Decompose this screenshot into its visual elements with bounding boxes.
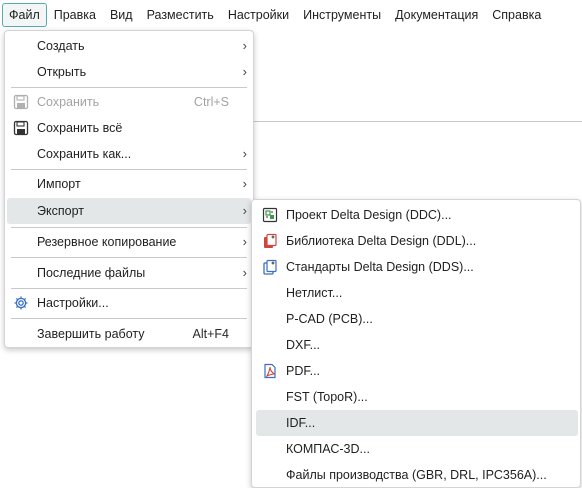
menu-place[interactable]: Разместить: [140, 3, 221, 27]
menu-item-label: Сохранить всё: [37, 121, 123, 135]
menu-item-backup[interactable]: Резервное копирование ›: [7, 229, 251, 255]
menu-item-label: P-CAD (PCB)...: [286, 312, 373, 326]
menu-item-export[interactable]: Экспорт ›: [7, 198, 251, 224]
export-item-ddc[interactable]: Проект Delta Design (DDC)...: [256, 202, 578, 228]
menu-item-create[interactable]: Создать ›: [7, 33, 251, 59]
menu-separator: [11, 227, 247, 228]
menu-item-label: Проект Delta Design (DDC)...: [286, 208, 452, 222]
export-item-pcad[interactable]: P-CAD (PCB)...: [256, 306, 578, 332]
export-item-idf[interactable]: IDF...: [256, 410, 578, 436]
chevron-right-icon: ›: [242, 146, 247, 161]
menu-separator: [11, 257, 247, 258]
menu-item-label: IDF...: [286, 416, 316, 430]
shortcut-label: Alt+F4: [192, 327, 229, 341]
chevron-right-icon: ›: [242, 176, 247, 191]
save-all-icon: [13, 120, 29, 136]
export-item-pdf[interactable]: PDF...: [256, 358, 578, 384]
menu-bar: Файл Правка Вид Разместить Настройки Инс…: [0, 0, 582, 29]
chevron-right-icon: ›: [242, 203, 247, 218]
menu-item-label: Резервное копирование: [37, 235, 177, 249]
menu-item-recent[interactable]: Последние файлы ›: [7, 260, 251, 286]
menu-item-label: Открыть: [37, 65, 87, 79]
toolbar-divider: [254, 121, 582, 122]
save-icon: [13, 94, 29, 110]
menu-item-label: FST (TopoR)...: [286, 390, 368, 404]
menu-separator: [11, 169, 247, 170]
menu-item-save[interactable]: Сохранить Ctrl+S: [7, 89, 251, 115]
chevron-right-icon: ›: [242, 265, 247, 280]
menu-item-label: Импорт: [37, 177, 81, 191]
menu-item-label: КОМПАС-3D...: [286, 442, 370, 456]
export-item-ddl[interactable]: Библиотека Delta Design (DDL)...: [256, 228, 578, 254]
project-file-icon: [262, 207, 278, 223]
menu-settings[interactable]: Настройки: [221, 3, 296, 27]
chevron-right-icon: ›: [242, 38, 247, 53]
menu-item-label: Сохранить: [37, 95, 100, 109]
menu-documentation[interactable]: Документация: [388, 3, 485, 27]
export-item-netlist[interactable]: Нетлист...: [256, 280, 578, 306]
menu-item-label: Создать: [37, 39, 85, 53]
menu-edit[interactable]: Правка: [47, 3, 103, 27]
menu-item-import[interactable]: Импорт ›: [7, 171, 251, 197]
menu-item-label: Файлы производства (GBR, DRL, IPC356A)..…: [286, 468, 547, 482]
menu-separator: [11, 318, 247, 319]
menu-item-label: Стандарты Delta Design (DDS)...: [286, 260, 474, 274]
menu-item-label: Завершить работу: [37, 327, 145, 341]
chevron-right-icon: ›: [242, 234, 247, 249]
export-submenu: Проект Delta Design (DDC)... Библиотека …: [251, 199, 581, 488]
shortcut-label: Ctrl+S: [193, 95, 229, 109]
menu-item-label: Библиотека Delta Design (DDL)...: [286, 234, 477, 248]
export-item-dxf[interactable]: DXF...: [256, 332, 578, 358]
menu-file[interactable]: Файл: [2, 2, 47, 27]
gear-icon: [13, 295, 29, 311]
menu-item-label: Последние файлы: [37, 266, 146, 280]
menu-item-label: DXF...: [286, 338, 321, 352]
menu-item-save-as[interactable]: Сохранить как... ›: [7, 141, 251, 167]
export-item-dds[interactable]: Стандарты Delta Design (DDS)...: [256, 254, 578, 280]
menu-item-label: Экспорт: [37, 204, 84, 218]
library-file-icon: [262, 233, 278, 249]
menu-view[interactable]: Вид: [103, 3, 140, 27]
chevron-right-icon: ›: [242, 64, 247, 79]
export-item-fst[interactable]: FST (TopoR)...: [256, 384, 578, 410]
file-menu: Создать › Открыть › Сохранить Ctrl+S Сох…: [4, 30, 254, 348]
menu-help[interactable]: Справка: [485, 3, 548, 27]
export-item-production[interactable]: Файлы производства (GBR, DRL, IPC356A)..…: [256, 462, 578, 488]
menu-item-label: Нетлист...: [286, 286, 343, 300]
menu-separator: [11, 288, 247, 289]
menu-tools[interactable]: Инструменты: [296, 3, 388, 27]
menu-item-label: Настройки...: [37, 296, 109, 310]
menu-item-label: PDF...: [286, 364, 321, 378]
menu-item-settings[interactable]: Настройки...: [7, 290, 251, 316]
standards-file-icon: [262, 259, 278, 275]
menu-item-exit[interactable]: Завершить работу Alt+F4: [7, 321, 251, 347]
menu-item-label: Сохранить как...: [37, 147, 132, 161]
menu-item-save-all[interactable]: Сохранить всё: [7, 115, 251, 141]
export-item-kompas[interactable]: КОМПАС-3D...: [256, 436, 578, 462]
pdf-file-icon: [262, 363, 278, 379]
menu-separator: [11, 87, 247, 88]
menu-item-open[interactable]: Открыть ›: [7, 59, 251, 85]
